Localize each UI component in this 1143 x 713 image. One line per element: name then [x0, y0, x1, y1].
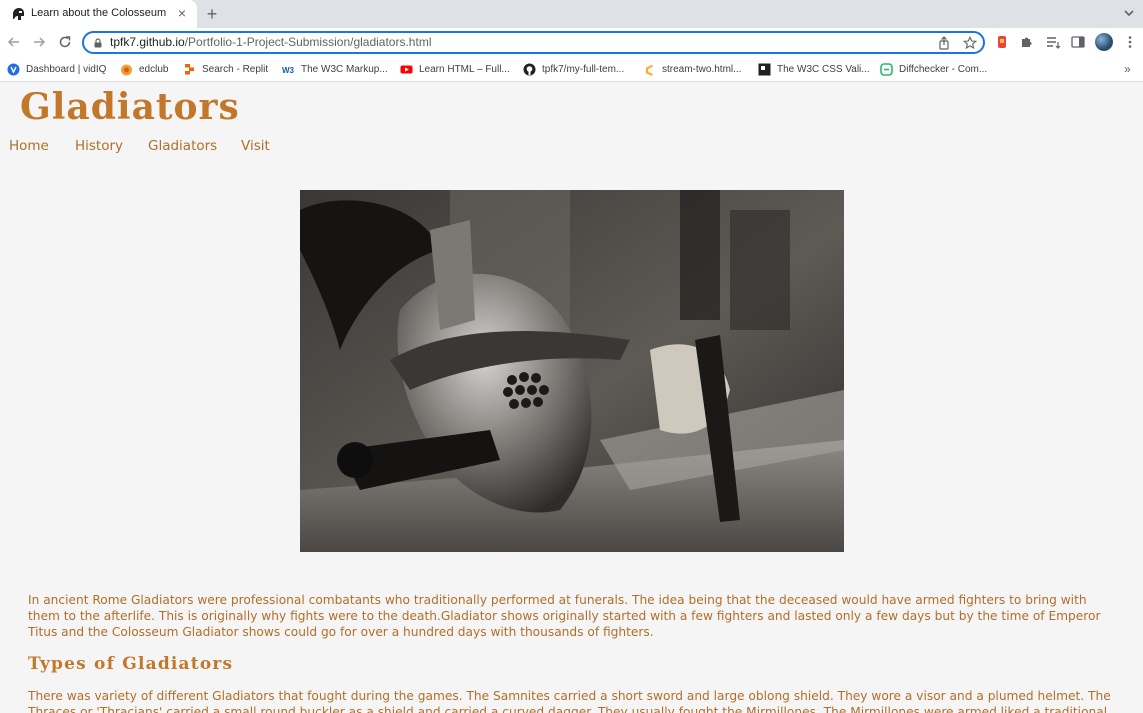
bookmark-w3c-css[interactable]: The W3C CSS Vali...	[758, 57, 870, 82]
more-menu-icon[interactable]	[1122, 34, 1138, 50]
bookmark-replit[interactable]: Search - Replit	[183, 57, 268, 82]
back-icon[interactable]	[6, 34, 22, 50]
edclub-icon	[121, 64, 132, 76]
lock-icon[interactable]	[93, 38, 103, 48]
github-icon	[523, 63, 536, 76]
bookmark-w3c-markup[interactable]: W3 The W3C Markup...	[282, 57, 388, 82]
reload-icon[interactable]	[57, 34, 73, 50]
bookmark-edclub[interactable]: edclub	[120, 57, 168, 82]
types-paragraph: There was variety of different Gladiator…	[28, 689, 1111, 713]
hero-image-gladiator-helmet	[300, 190, 844, 552]
tab-title: Learn about the Colosseum	[31, 7, 167, 19]
bookmark-stream-two[interactable]: stream-two.html...	[643, 57, 741, 82]
url-path: /Portfolio-1-Project-Submission/gladiato…	[184, 35, 432, 49]
bookmark-learn-html[interactable]: Learn HTML – Full...	[400, 57, 510, 82]
forward-icon[interactable]	[31, 34, 47, 50]
diffchecker-icon	[880, 63, 893, 76]
extension-badge-icon[interactable]	[994, 34, 1010, 50]
browser-toolbar: tpfk7.github.io/Portfolio-1-Project-Subm…	[0, 28, 1143, 57]
puzzle-icon[interactable]	[1019, 34, 1035, 50]
intro-paragraph: In ancient Rome Gladiators were professi…	[28, 593, 1101, 639]
replit-icon	[185, 64, 194, 75]
chevron-down-icon[interactable]	[1122, 6, 1136, 20]
bookmark-diffchecker[interactable]: Diffchecker - Com...	[880, 57, 987, 82]
vidiq-icon	[7, 63, 20, 76]
bookmarks-bar: Dashboard | vidIQ edclub Search - Replit…	[0, 57, 1143, 82]
bookmark-vidiq[interactable]: Dashboard | vidIQ	[7, 57, 106, 82]
reading-list-icon[interactable]	[1045, 34, 1061, 50]
nav-history[interactable]: History	[75, 138, 123, 154]
nav-home[interactable]: Home	[9, 138, 49, 154]
nav-gladiators[interactable]: Gladiators	[148, 138, 217, 154]
types-heading: Types of Gladiators	[28, 654, 234, 674]
w3c-css-icon	[758, 63, 771, 76]
nav-visit[interactable]: Visit	[241, 138, 270, 154]
share-icon[interactable]	[937, 36, 951, 50]
bookmarks-overflow-icon[interactable]: »	[1124, 62, 1131, 76]
w3c-icon: W3	[282, 66, 295, 75]
bookmark-github[interactable]: tpfk7/my-full-tem...	[523, 57, 624, 82]
active-tab[interactable]: Learn about the Colosseum ×	[0, 0, 197, 28]
tab-strip: Learn about the Colosseum × +	[0, 0, 1143, 28]
gitpod-icon	[645, 64, 654, 76]
url-host: tpfk7.github.io	[110, 35, 185, 49]
svg-text:W3: W3	[282, 66, 295, 75]
new-tab-icon[interactable]: +	[203, 4, 221, 24]
side-panel-icon[interactable]	[1070, 34, 1086, 50]
close-tab-icon[interactable]: ×	[175, 6, 189, 20]
address-bar[interactable]: tpfk7.github.io/Portfolio-1-Project-Subm…	[82, 31, 985, 54]
bookmark-star-icon[interactable]	[963, 36, 977, 50]
youtube-icon	[400, 65, 413, 74]
url-text[interactable]: tpfk7.github.io/Portfolio-1-Project-Subm…	[110, 35, 431, 50]
spartan-helmet-icon	[13, 8, 24, 20]
web-page: Gladiators Home History Gladiators Visit	[0, 82, 1143, 713]
profile-avatar[interactable]	[1095, 33, 1113, 51]
page-title: Gladiators	[20, 86, 240, 128]
